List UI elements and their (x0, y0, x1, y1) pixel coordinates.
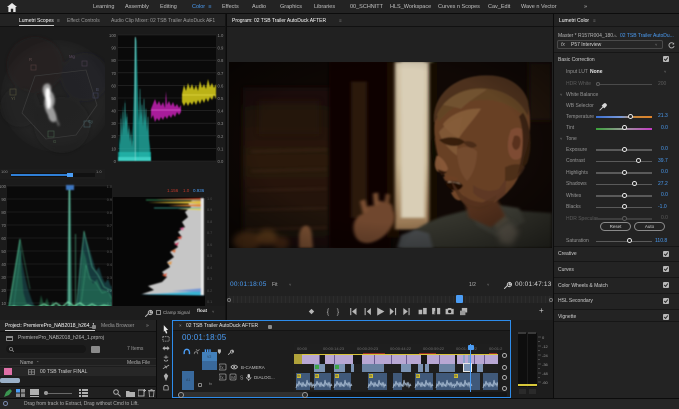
svg-text:80: 80 (1, 210, 6, 215)
svg-text:0.6: 0.6 (218, 83, 224, 88)
svg-text:0: 0 (114, 159, 117, 164)
svg-text:60: 60 (111, 83, 116, 88)
svg-text:fx: fx (370, 374, 373, 378)
svg-text:0.3: 0.3 (218, 121, 224, 126)
svg-text:-60: -60 (542, 380, 549, 385)
svg-text:100: 100 (0, 184, 7, 189)
svg-text:30: 30 (1, 275, 6, 280)
svg-text:R: R (29, 57, 32, 62)
svg-text:}: } (337, 307, 340, 316)
svg-text:S: S (240, 376, 244, 382)
svg-text:0.1: 0.1 (218, 146, 224, 151)
svg-text:0.4: 0.4 (207, 266, 212, 270)
svg-text:1.156: 1.156 (167, 188, 179, 193)
svg-text:0.9: 0.9 (207, 208, 212, 212)
svg-text:0.0: 0.0 (218, 159, 224, 164)
svg-text:100: 100 (109, 33, 117, 38)
svg-text:-24: -24 (542, 353, 549, 358)
svg-text:Mg: Mg (69, 54, 75, 59)
svg-text:1.0: 1.0 (183, 188, 190, 193)
svg-text:20: 20 (1, 288, 6, 293)
svg-text:90: 90 (111, 46, 116, 51)
svg-text:0: 0 (542, 335, 545, 340)
svg-text:60: 60 (1, 236, 6, 241)
svg-text:1.0: 1.0 (207, 197, 212, 201)
svg-text:70: 70 (1, 223, 6, 228)
svg-text:50: 50 (1, 249, 6, 254)
svg-text:0.6: 0.6 (207, 243, 212, 247)
svg-text:-48: -48 (542, 371, 549, 376)
svg-text:fx: fx (220, 375, 224, 380)
svg-text:40: 40 (1, 262, 6, 267)
svg-text:10: 10 (111, 146, 116, 151)
svg-text:0.7: 0.7 (218, 71, 224, 76)
svg-text:G: G (53, 139, 56, 144)
svg-text:1.0: 1.0 (218, 33, 224, 38)
svg-text:0.5: 0.5 (218, 96, 224, 101)
svg-text:Cy: Cy (88, 119, 94, 124)
svg-text:70: 70 (111, 71, 116, 76)
svg-text:fx: fx (455, 374, 458, 378)
svg-text:fx: fx (220, 365, 224, 370)
svg-text:0.8: 0.8 (207, 220, 212, 224)
svg-text:0.9: 0.9 (218, 46, 224, 51)
svg-text:0.5: 0.5 (207, 254, 212, 258)
svg-text:a: a (434, 310, 437, 316)
svg-text:0.8: 0.8 (218, 58, 224, 63)
svg-text:0.2: 0.2 (207, 289, 212, 293)
svg-text:30: 30 (111, 121, 116, 126)
svg-text:-12: -12 (542, 344, 549, 349)
svg-text:90: 90 (1, 197, 6, 202)
svg-text:{: { (327, 307, 330, 316)
svg-text:0.2: 0.2 (218, 134, 224, 139)
svg-text:0.3: 0.3 (207, 277, 212, 281)
svg-text:0.7: 0.7 (207, 231, 212, 235)
svg-text:20: 20 (111, 134, 116, 139)
svg-text:B: B (96, 87, 99, 92)
svg-text:M: M (231, 375, 235, 380)
svg-text:fx: fx (417, 374, 420, 378)
svg-text:0.4: 0.4 (218, 109, 224, 114)
svg-text:fx: fx (336, 374, 339, 378)
svg-text:-36: -36 (542, 362, 549, 367)
svg-text:fx: fx (316, 374, 319, 378)
svg-text:0.1: 0.1 (207, 300, 212, 304)
svg-text:50: 50 (111, 96, 116, 101)
svg-text:fx: fx (298, 374, 301, 378)
svg-text:0.936: 0.936 (193, 188, 205, 193)
svg-text:40: 40 (111, 109, 116, 114)
svg-text:80: 80 (111, 58, 116, 63)
svg-text:Yl: Yl (11, 96, 15, 101)
